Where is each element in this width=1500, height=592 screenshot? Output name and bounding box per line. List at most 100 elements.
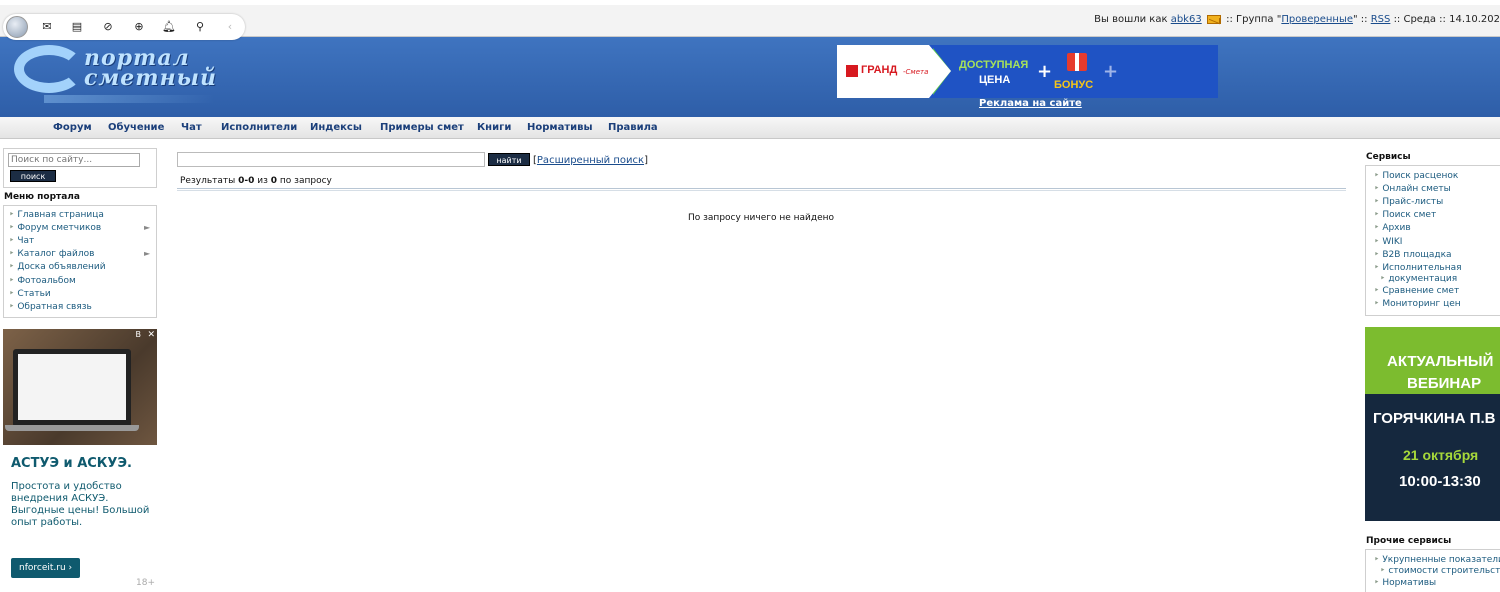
ad-site-button[interactable]: nforceit.ru › [11,558,81,578]
rss-sep: " :: [1353,14,1368,25]
site-search-button[interactable]: поиск [10,170,56,182]
laptop-screen [18,354,126,420]
services-title: Сервисы [1366,152,1411,162]
webinar-line1: АКТУАЛЬНЫЙ [1387,353,1494,370]
nav-norms[interactable]: Нормативы [527,122,593,133]
submenu-arrow-icon: ► [144,249,151,258]
find-button[interactable]: найти [488,153,530,166]
service-rates-search[interactable]: Поиск расценок [1374,171,1458,182]
services-list: Поиск расценок Онлайн сметы Прайс-листы … [1365,165,1500,316]
nav-rules[interactable]: Правила [608,122,658,133]
banner-arrow-white [929,45,951,98]
search-icon[interactable]: ⚲ [191,18,209,36]
browser-extension-toolbar: ✉ ▤ ⊘ ⊕ 🔔︎ ⚲ ‹ [3,14,245,40]
menu-item-board[interactable]: Доска объявлений [9,262,105,272]
laptop-base [5,425,139,431]
nav-chat[interactable]: Чат [181,122,202,133]
service-estimate-compare[interactable]: Сравнение смет [1374,286,1459,297]
results-of: из [257,176,268,186]
service-aggregated-indicators[interactable]: Укрупненные показатели [1374,555,1500,566]
webinar-line2: ВЕБИНАР [1407,375,1482,392]
menu-item-files[interactable]: Каталог файлов [9,249,94,259]
nav-contractors[interactable]: Исполнители [221,122,297,133]
menu-item-chat[interactable]: Чат [9,236,34,246]
site-search-input[interactable] [8,153,140,167]
banner-plus-faded: + [1103,61,1119,82]
menu-item-feedback[interactable]: Обратная связь [9,302,92,312]
bell-icon[interactable]: 🔔︎ [160,18,178,36]
chevron-left-icon[interactable]: ‹ [221,18,239,36]
menu-item-articles[interactable]: Статьи [9,289,50,299]
rss-link[interactable]: RSS [1371,14,1391,25]
no-results-message: По запросу ничего не найдено [688,213,835,223]
service-price-monitoring[interactable]: Мониторинг цен [1374,299,1460,310]
banner-text-bonus: БОНУС [1054,79,1094,91]
portal-menu: Главная страница Форум сметчиков ► Чат К… [3,205,157,318]
banner-text-affordable: ДОСТУПНАЯ [959,59,1029,71]
banner-brand-area: ГРАНД -Смета [837,45,929,98]
note-icon[interactable]: ▤ [68,18,86,36]
menu-item-photos[interactable]: Фотоальбом [9,276,75,286]
service-price-lists[interactable]: Прайс-листы [1374,197,1443,208]
close-icon[interactable]: ✕ [147,330,155,340]
menu-item-forum[interactable]: Форум сметчиков [9,223,101,233]
service-exec-docs[interactable]: Исполнительная [1374,263,1461,274]
mail-icon[interactable]: ✉ [38,18,56,36]
advanced-search-link[interactable]: Расширенный поиск [537,155,644,166]
logo-line2: сметный [84,65,218,91]
other-services-list: Укрупненные показатели стоимости строите… [1365,549,1500,592]
nav-indexes[interactable]: Индексы [310,122,362,133]
left-ad-block[interactable]: В ✕ АСТУЭ и АСКУЭ. Простота и удобство в… [3,329,157,592]
gift-icon [1067,53,1087,71]
main-search-input[interactable] [177,152,485,167]
results-suffix: по запросу [279,176,332,186]
site-search-box: поиск [3,148,157,188]
webinar-banner[interactable]: АКТУАЛЬНЫЙ ВЕБИНАР ГОРЯЧКИНА П.В 21 октя… [1365,327,1500,521]
mail-icon[interactable] [1206,14,1221,24]
service-norms[interactable]: Нормативы [1374,578,1436,589]
service-wiki[interactable]: WIKI [1374,237,1402,248]
ad-body: Простота и удобство внедрения АСКУЭ. Выг… [11,481,150,528]
service-aggregated-indicators-line2[interactable]: стоимости строительства [1380,566,1500,577]
ad-title[interactable]: АСТУЭ и АСКУЭ. [11,456,132,471]
nav-forum[interactable]: Форум [53,122,92,133]
age-rating: 18+ [136,578,155,588]
menu-item-home[interactable]: Главная страница [9,210,104,220]
service-archive[interactable]: Архив [1374,223,1410,234]
user-status-bar: Вы вошли как abk63 :: Группа "Проверенны… [1094,14,1500,25]
date-text: :: Среда :: 14.10.202 [1393,14,1500,25]
portal-menu-title: Меню портала [4,192,80,202]
results-summary: Результаты 0-0 из 0 по запросу [180,176,332,186]
avatar[interactable] [6,16,28,38]
service-exec-docs-text: документация [1388,274,1458,284]
other-services-title: Прочие сервисы [1366,536,1452,546]
ad-banner[interactable]: ГРАНД -Смета ДОСТУПНАЯ ЦЕНА + БОНУС + [837,45,1218,98]
brand-name: ГРАНД [861,64,898,76]
site-logo[interactable]: портал сметный [14,45,218,103]
link-icon[interactable]: ⊘ [99,18,117,36]
advanced-search: [Расширенный поиск] [533,155,648,166]
nav-books[interactable]: Книги [477,122,511,133]
webinar-speaker: ГОРЯЧКИНА П.В [1373,410,1496,427]
results-prefix: Результаты [180,176,236,186]
site-header: портал сметный ГРАНД -Смета ДОСТУПНАЯ ЦЕ… [0,37,1500,117]
advertise-link[interactable]: Реклама на сайте [979,98,1082,109]
nav-estimate-examples[interactable]: Примеры смет [380,122,464,133]
service-online-estimates[interactable]: Онлайн сметы [1374,184,1450,195]
plus-circle-icon[interactable]: ⊕ [130,18,148,36]
service-estimate-search[interactable]: Поиск смет [1374,210,1436,221]
group-link[interactable]: Проверенные [1281,14,1353,25]
group-sep: :: Группа " [1226,14,1282,25]
service-b2b[interactable]: B2B площадка [1374,250,1451,261]
results-range: 0-0 [238,176,255,186]
webinar-time: 10:00-13:30 [1399,473,1481,490]
banner-plus: + [1037,61,1053,82]
username-link[interactable]: abk63 [1171,14,1202,25]
ad-badge[interactable]: В [136,330,142,339]
service-exec-docs-line2[interactable]: документация [1380,274,1457,285]
webinar-date: 21 октября [1403,447,1479,463]
results-divider [177,188,1346,191]
logo-reflection [44,95,214,103]
nav-training[interactable]: Обучение [108,122,164,133]
ad-laptop-image: В ✕ [3,329,157,445]
